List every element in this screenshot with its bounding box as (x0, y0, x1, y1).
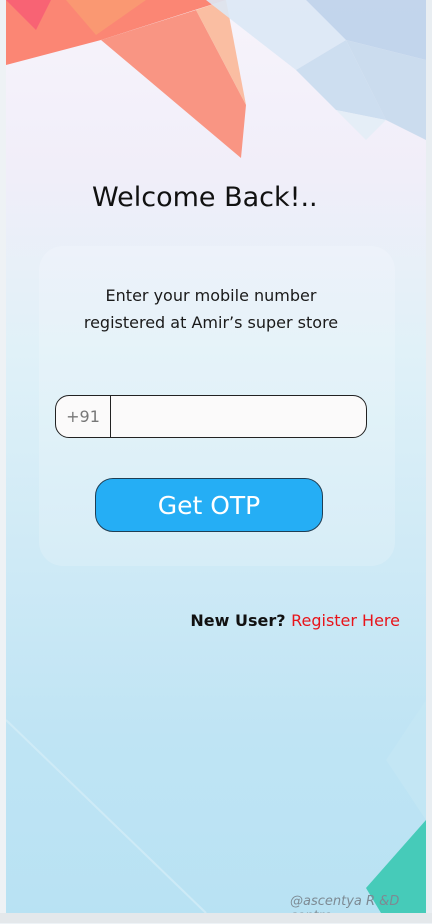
right-edge (426, 0, 432, 923)
instruction-line-2: registered at Amir’s super store (83, 313, 339, 332)
new-user-text: New User? (190, 611, 286, 630)
phone-number-input[interactable] (111, 396, 366, 437)
instruction-text: Enter your mobile number registered at A… (33, 282, 389, 336)
phone-number-field[interactable]: +91 (55, 395, 367, 438)
country-code-prefix: +91 (56, 396, 111, 437)
register-row: New User? Register Here (190, 611, 400, 630)
register-here-link[interactable]: Register Here (291, 611, 400, 630)
login-screen (6, 0, 426, 923)
page-title: Welcome Back!.. (92, 182, 318, 213)
bottom-edge (0, 913, 432, 923)
get-otp-button[interactable]: Get OTP (95, 478, 323, 532)
instruction-line-1: Enter your mobile number (105, 286, 317, 305)
